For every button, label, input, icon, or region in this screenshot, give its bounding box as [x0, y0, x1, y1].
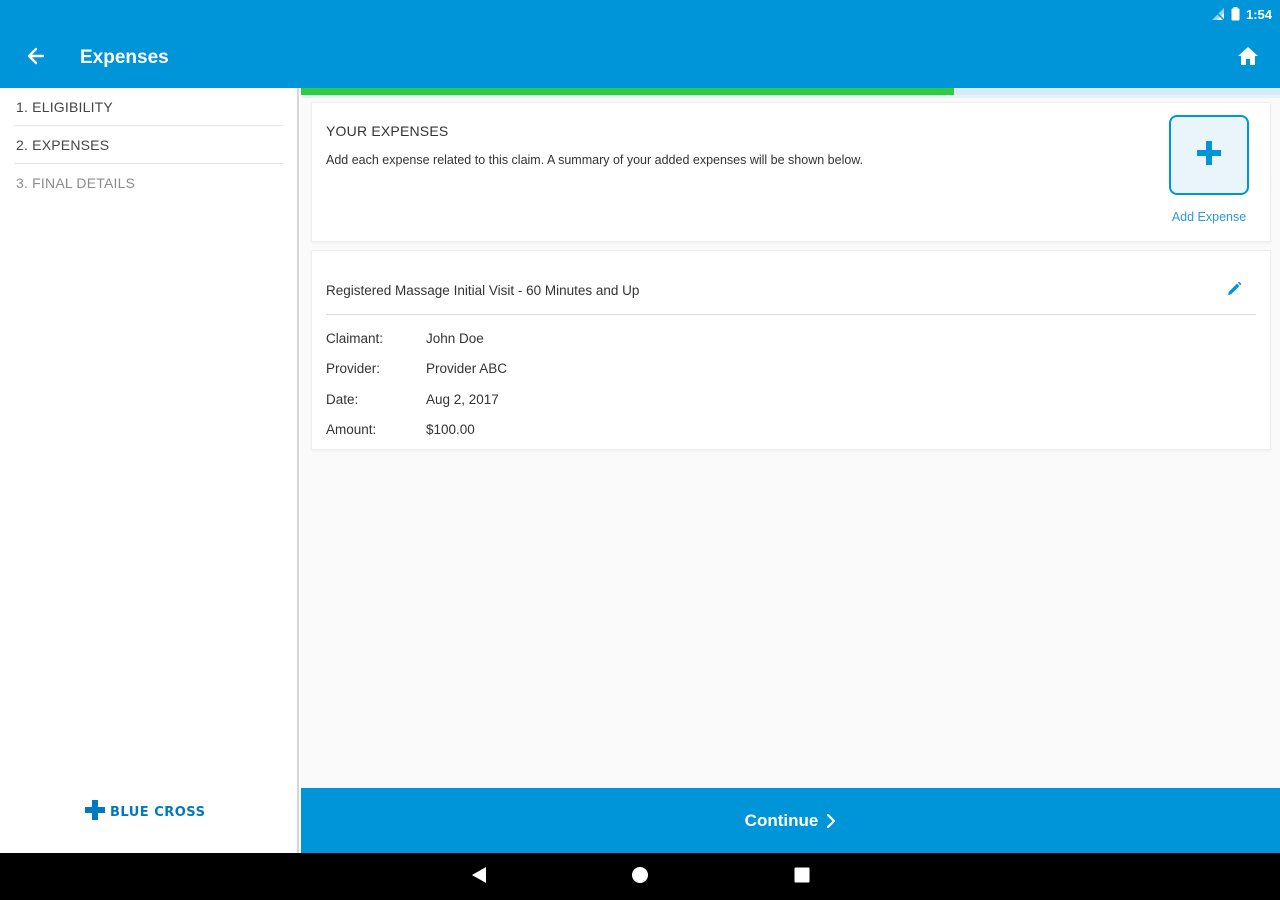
sidebar-step-expenses[interactable]: 2. EXPENSES — [14, 126, 283, 164]
detail-row-amount: Amount: $100.00 — [326, 422, 475, 437]
back-arrow-icon — [26, 46, 46, 71]
logo-text: BLUE CROSS — [110, 805, 206, 820]
signal-icon — [1211, 7, 1225, 21]
nav-back-button[interactable] — [468, 866, 490, 888]
detail-label: Date: — [326, 392, 359, 407]
sidebar-step-final-details: 3. FINAL DETAILS — [16, 175, 136, 191]
home-icon — [1237, 46, 1259, 71]
nav-recents-button[interactable] — [791, 866, 813, 888]
square-recents-icon — [794, 867, 810, 888]
detail-row-date: Date: Aug 2, 2017 — [326, 392, 499, 407]
home-button[interactable] — [1234, 44, 1262, 72]
sidebar-step-eligibility[interactable]: 1. ELIGIBILITY — [14, 88, 283, 126]
add-expense-label[interactable]: Add Expense — [1158, 210, 1260, 224]
detail-label: Provider: — [326, 361, 381, 376]
detail-label: Claimant: — [326, 331, 384, 346]
plus-icon — [1195, 139, 1223, 172]
pencil-icon — [1226, 281, 1242, 302]
circle-home-icon — [631, 866, 649, 889]
edit-expense-button[interactable] — [1224, 281, 1244, 301]
page-title: Expenses — [80, 47, 169, 68]
your-expenses-card: YOUR EXPENSES Add each expense related t… — [311, 102, 1271, 242]
continue-label: Continue — [744, 810, 819, 830]
detail-value: $100.00 — [426, 422, 475, 437]
app-bar: Expenses — [0, 28, 1280, 88]
your-expenses-description: Add each expense related to this claim. … — [326, 153, 864, 167]
detail-label: Amount: — [326, 422, 377, 437]
continue-button[interactable]: Continue — [301, 788, 1280, 853]
progress-fill — [301, 88, 954, 95]
add-expense-button[interactable] — [1169, 115, 1249, 195]
chevron-right-icon — [826, 813, 836, 829]
system-nav-bar — [0, 853, 1280, 900]
expense-item-title: Registered Massage Initial Visit - 60 Mi… — [326, 283, 640, 298]
blue-cross-logo: BLUE CROSS — [84, 799, 205, 826]
sidebar: 1. ELIGIBILITY 2. EXPENSES 3. FINAL DETA… — [0, 88, 299, 853]
detail-row-provider: Provider: Provider ABC — [326, 361, 507, 376]
status-time: 1:54 — [1245, 6, 1272, 22]
detail-row-claimant: Claimant: John Doe — [326, 331, 484, 346]
detail-value: John Doe — [426, 331, 484, 346]
detail-value: Aug 2, 2017 — [426, 392, 499, 407]
back-button[interactable] — [6, 28, 66, 88]
your-expenses-title: YOUR EXPENSES — [326, 123, 449, 139]
battery-icon — [1231, 7, 1240, 21]
status-bar: 1:54 — [0, 0, 1280, 28]
main-content: YOUR EXPENSES Add each expense related t… — [301, 98, 1280, 788]
expense-item-card: Registered Massage Initial Visit - 60 Mi… — [311, 250, 1271, 450]
progress-bar — [301, 88, 1280, 98]
cross-icon — [84, 799, 106, 826]
nav-home-button[interactable] — [629, 866, 651, 888]
triangle-back-icon — [471, 866, 487, 889]
item-divider — [326, 314, 1256, 315]
detail-value: Provider ABC — [426, 361, 508, 376]
